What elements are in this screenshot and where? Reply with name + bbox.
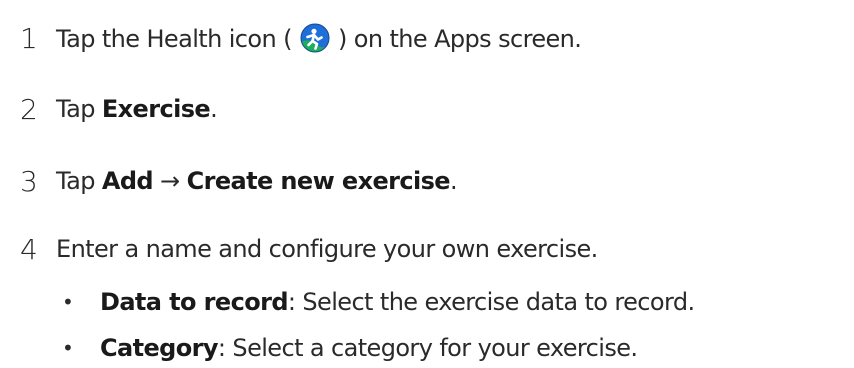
bullet-term: Category (100, 334, 219, 362)
step-text: Tap Add → Create new exercise. (56, 167, 458, 195)
bullet-marker: • (62, 336, 74, 360)
bullet-marker: • (62, 290, 74, 314)
step-number: 3 (20, 164, 38, 198)
instructions-page: 1 Tap the Health icon ( ) on the Apps sc… (0, 0, 854, 363)
step-number: 1 (20, 21, 38, 55)
arrow-separator: → (153, 167, 187, 195)
bullet-term: Data to record (100, 288, 289, 316)
step-text: Tap Exercise. (56, 95, 218, 123)
step-3: 3 Tap Add → Create new exercise. (20, 161, 458, 201)
step-prefix: Tap (56, 95, 102, 123)
add-label: Add (101, 167, 154, 195)
bullet-text: Data to record: Select the exercise data… (100, 288, 695, 316)
bullet-data-to-record: • Data to record: Select the exercise da… (62, 282, 695, 322)
step-text: Tap the Health icon ( ) on the Apps scre… (56, 23, 582, 53)
step-suffix: . (210, 95, 218, 123)
step-number: 2 (20, 92, 38, 126)
step-2: 2 Tap Exercise. (20, 89, 218, 129)
step-text: Enter a name and configure your own exer… (56, 235, 598, 263)
bullet-category: • Category: Select a category for your e… (62, 328, 638, 368)
step-suffix: . (449, 167, 458, 195)
bullet-description: : Select a category for your exercise. (217, 334, 638, 362)
bullet-text: Category: Select a category for your exe… (100, 334, 638, 362)
step-text-after-icon: ) on the Apps screen. (337, 25, 582, 53)
exercise-label: Exercise (101, 95, 211, 123)
create-new-exercise-label: Create new exercise (186, 167, 451, 195)
bullet-description: : Select the exercise data to record. (287, 288, 695, 316)
step-prefix: Tap (56, 167, 102, 195)
step-4: 4 Enter a name and configure your own ex… (20, 229, 598, 269)
health-app-icon (300, 23, 330, 53)
step-text-before-icon: Tap the Health icon ( (56, 25, 292, 53)
step-1: 1 Tap the Health icon ( ) on the Apps sc… (20, 18, 582, 58)
step-number: 4 (20, 232, 38, 266)
